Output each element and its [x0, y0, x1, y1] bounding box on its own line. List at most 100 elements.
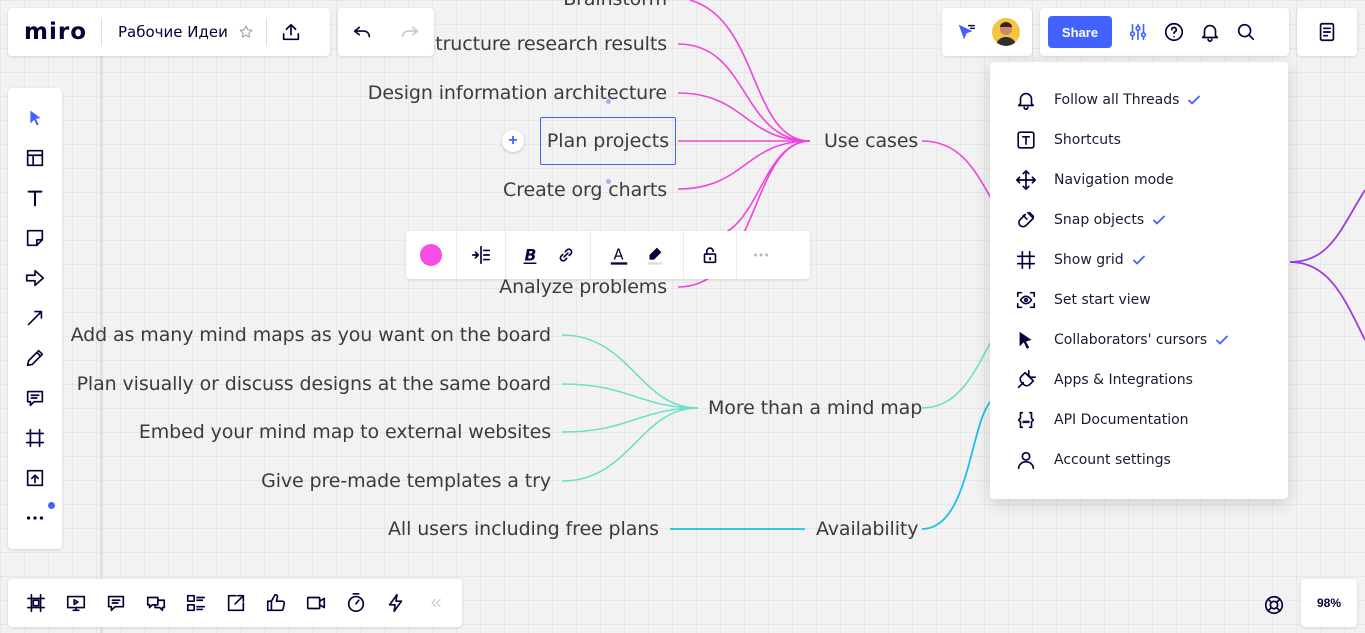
mindmap-node[interactable]: Availability [816, 518, 918, 540]
text-color-icon[interactable]: A [601, 237, 637, 273]
menu-item-label: Snap objects [1054, 212, 1145, 228]
bold-icon[interactable]: B [512, 237, 548, 273]
share-button[interactable]: Share [1048, 16, 1112, 48]
mindmap-node[interactable]: Create org charts [503, 179, 667, 201]
notes-icon[interactable] [1309, 14, 1345, 50]
context-format-toolbar: B A [406, 231, 810, 279]
mindmap-layout-icon[interactable] [463, 237, 499, 273]
menu-item-set-start-view[interactable]: Set start view [990, 280, 1288, 320]
redo-icon[interactable] [392, 14, 428, 50]
menu-item-follow-threads[interactable]: Follow all Threads [990, 80, 1288, 120]
bell-icon[interactable] [1192, 14, 1228, 50]
share-screen-icon[interactable] [216, 585, 256, 621]
user-icon [1014, 448, 1038, 472]
mindmap-node[interactable]: Plan visually or discuss designs at the … [77, 373, 552, 395]
connection-line-icon[interactable] [15, 298, 55, 338]
more-options-icon[interactable] [743, 237, 779, 273]
chat-icon[interactable] [136, 585, 176, 621]
mindmap-node[interactable]: Embed your mind map to external websites [139, 421, 551, 443]
text-icon[interactable] [15, 178, 55, 218]
menu-item-label: Navigation mode [1054, 172, 1174, 188]
move-arrows-icon [1014, 168, 1038, 192]
comments-icon[interactable] [96, 585, 136, 621]
layout-group [457, 231, 505, 279]
menu-item-collaborators-cursors[interactable]: Collaborators' cursors [990, 320, 1288, 360]
presentation-icon[interactable] [56, 585, 96, 621]
branch-color-swatch[interactable] [420, 244, 442, 266]
cards-icon[interactable] [176, 585, 216, 621]
checkmark-icon [1216, 335, 1229, 345]
bottom-toolbar [8, 579, 462, 627]
board-header: miro Рабочие Идеи [8, 8, 330, 56]
frame-icon[interactable] [15, 418, 55, 458]
resize-handle[interactable] [606, 99, 611, 104]
mindmap-node[interactable]: All users including free plans [388, 518, 659, 540]
video-call-icon[interactable] [296, 585, 336, 621]
notes-bar [1297, 8, 1357, 56]
settings-sliders-icon[interactable] [1120, 14, 1156, 50]
svg-text:A: A [614, 247, 624, 264]
menu-item-navigation-mode[interactable]: Navigation mode [990, 160, 1288, 200]
zoom-level[interactable]: 98% [1301, 579, 1357, 627]
settings-menu: Follow all Threads Shortcuts Navigation … [990, 62, 1288, 499]
menu-item-shortcuts[interactable]: Shortcuts [990, 120, 1288, 160]
top-right-bar: Share [1040, 8, 1289, 56]
cursor-follow-icon[interactable] [948, 14, 984, 50]
undo-icon[interactable] [344, 14, 380, 50]
checkmark-icon [1153, 215, 1166, 225]
board-name[interactable]: Рабочие Идеи [102, 23, 234, 41]
svg-text:B: B [525, 247, 537, 265]
menu-item-snap-objects[interactable]: Snap objects [990, 200, 1288, 240]
mindmap-node[interactable]: Brainstorm [563, 0, 667, 10]
checkmark-icon [1188, 95, 1201, 105]
upload-file-icon[interactable] [15, 458, 55, 498]
avatar[interactable] [992, 18, 1020, 46]
more-tools-icon[interactable] [15, 498, 55, 538]
templates-icon[interactable] [15, 138, 55, 178]
notification-dot [48, 502, 55, 509]
link-icon[interactable] [548, 237, 584, 273]
mindmap-node[interactable]: Give pre-made templates a try [261, 470, 551, 492]
menu-item-account-settings[interactable]: Account settings [990, 440, 1288, 480]
collapse-chevron-icon[interactable] [416, 585, 456, 621]
vote-thumbs-up-icon[interactable] [256, 585, 296, 621]
magnet-icon [1014, 208, 1038, 232]
menu-item-label: Collaborators' cursors [1054, 332, 1208, 348]
help-icon[interactable] [1156, 14, 1192, 50]
star-icon[interactable] [234, 14, 258, 50]
eye-frame-icon [1014, 288, 1038, 312]
upload-icon[interactable] [273, 14, 309, 50]
shapes-arrow-icon[interactable] [15, 258, 55, 298]
menu-item-label: Set start view [1054, 292, 1151, 308]
menu-item-show-grid[interactable]: Show grid [990, 240, 1288, 280]
mindmap-node[interactable]: Use cases [824, 130, 918, 152]
frames-icon[interactable] [16, 585, 56, 621]
pen-icon[interactable] [15, 338, 55, 378]
lifebuoy-icon[interactable] [1256, 587, 1292, 623]
more-group [737, 231, 785, 279]
sticky-note-icon[interactable] [15, 218, 55, 258]
menu-item-label: Apps & Integrations [1054, 372, 1193, 388]
search-icon[interactable] [1228, 14, 1264, 50]
menu-item-label: Account settings [1054, 452, 1171, 468]
comment-icon[interactable] [15, 378, 55, 418]
blue-branch-lines [670, 399, 993, 530]
mindmap-node[interactable]: Analyze problems [499, 276, 667, 298]
lightning-icon[interactable] [376, 585, 416, 621]
add-node-button[interactable]: + [502, 130, 524, 152]
menu-item-api-documentation[interactable]: API Documentation [990, 400, 1288, 440]
highlighter-icon[interactable] [637, 237, 673, 273]
shortcut-key-icon [1014, 128, 1038, 152]
menu-item-label: Follow all Threads [1054, 92, 1180, 108]
cursor-icon [1014, 328, 1038, 352]
select-cursor-icon[interactable] [15, 98, 55, 138]
menu-item-apps-integrations[interactable]: Apps & Integrations [990, 360, 1288, 400]
mindmap-node[interactable]: More than a mind map [708, 397, 922, 419]
mindmap-node[interactable]: Design information architecture [368, 82, 667, 104]
mindmap-node[interactable]: Add as many mind maps as you want on the… [71, 324, 552, 346]
selected-mindmap-node[interactable]: Plan projects [540, 117, 676, 165]
miro-logo[interactable]: miro [8, 19, 101, 45]
mindmap-node[interactable]: Structure research results [423, 33, 667, 55]
timer-icon[interactable] [336, 585, 376, 621]
lock-icon[interactable] [692, 237, 728, 273]
